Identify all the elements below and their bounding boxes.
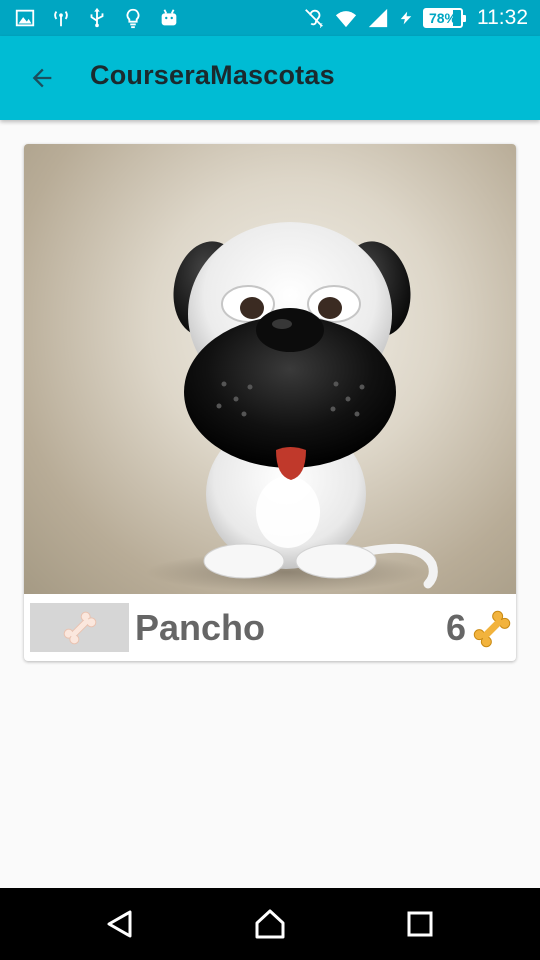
lightbulb-icon — [126, 8, 140, 29]
battery-percent: 78% — [428, 10, 458, 26]
image-icon — [15, 9, 35, 27]
battery-icon: 78% — [423, 8, 466, 28]
nav-recents-button[interactable] — [402, 906, 438, 942]
usb-icon — [90, 7, 104, 28]
card-footer: Pancho 6 — [24, 594, 516, 661]
back-button[interactable] — [22, 58, 62, 98]
nav-home-button[interactable] — [252, 906, 288, 942]
pet-card[interactable]: Pancho 6 — [24, 144, 516, 661]
pet-name: Pancho — [135, 607, 266, 648]
app-bar: CourseraMascotas — [0, 36, 540, 120]
antenna-icon — [54, 11, 68, 27]
status-icons-right: T 78% 11:32 — [303, 4, 528, 32]
bone-icon — [63, 611, 96, 644]
app-title: CourseraMascotas — [90, 60, 335, 90]
like-count: 6 — [445, 607, 466, 648]
clock: 11:32 — [477, 6, 528, 29]
arrow-back-icon — [32, 68, 52, 88]
nav-back-button[interactable] — [102, 906, 138, 942]
like-button[interactable] — [30, 603, 129, 652]
recents-icon — [407, 911, 433, 937]
wifi-icon — [335, 11, 357, 28]
hearing-icon: T — [305, 9, 323, 29]
dog-illustration — [146, 222, 438, 592]
status-icons-left — [14, 6, 180, 30]
android-icon — [161, 9, 177, 26]
back-triangle-icon — [107, 910, 132, 938]
pet-photo — [24, 144, 516, 594]
bone-icon — [473, 610, 511, 648]
svg-text:T: T — [319, 23, 323, 29]
nav-bar — [0, 888, 540, 960]
home-icon — [255, 909, 285, 939]
signal-icon — [368, 8, 388, 28]
status-bar: T 78% 11:32 — [0, 0, 540, 36]
charging-icon — [400, 11, 412, 25]
